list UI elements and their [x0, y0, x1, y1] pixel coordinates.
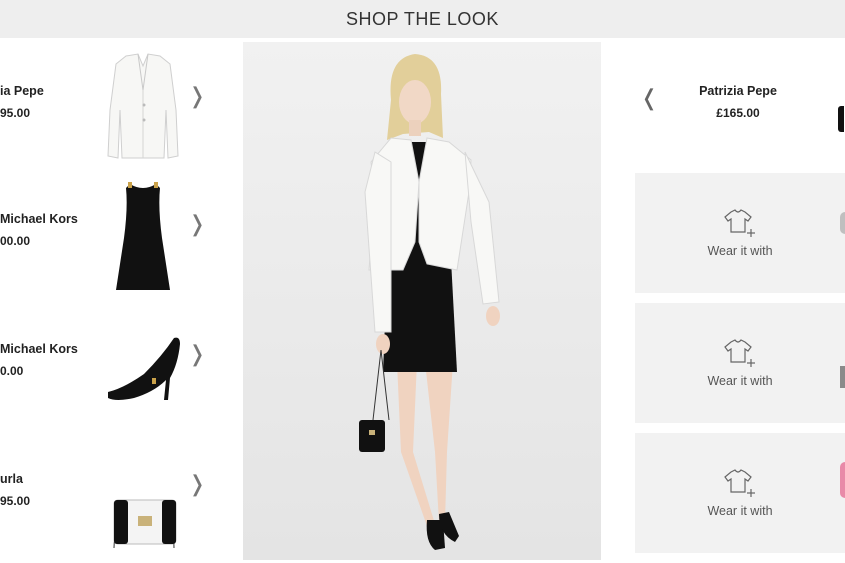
featured-brand: Patrizia Pepe [699, 84, 777, 98]
chevron-right-icon[interactable]: ❭ [188, 472, 206, 497]
wear-it-with-label: Wear it with [707, 244, 773, 258]
shop-the-look-header: SHOP THE LOOK [0, 0, 845, 38]
product-brand: Michael Kors [0, 342, 78, 356]
next-item-peek [840, 366, 845, 388]
wear-it-with-slot-3[interactable]: Wear it with [635, 433, 845, 553]
chevron-left-icon[interactable]: ❬ [640, 86, 658, 111]
product-price: 00.00 [0, 234, 31, 248]
page-title: SHOP THE LOOK [346, 8, 499, 29]
model-photo [243, 42, 601, 560]
wear-it-with-label: Wear it with [707, 374, 773, 388]
product-brand: Michael Kors [0, 212, 78, 226]
blazer-thumbnail[interactable] [104, 50, 182, 166]
product-item-bag[interactable]: urla 95.00 ❭ [0, 432, 240, 560]
wear-it-with-slot-1[interactable]: Wear it with [635, 173, 845, 293]
tshirt-plus-icon [724, 339, 755, 367]
top-thumbnail[interactable] [104, 178, 182, 294]
next-item-peek [838, 106, 844, 132]
chevron-right-icon[interactable]: ❭ [188, 342, 206, 367]
featured-product[interactable]: ❬ Patrizia Pepe £165.00 [630, 78, 845, 148]
product-price: 95.00 [0, 106, 31, 120]
product-item-heels[interactable]: Michael Kors 0.00 ❭ [0, 302, 240, 430]
chevron-right-icon[interactable]: ❭ [188, 212, 206, 237]
wear-it-with-label: Wear it with [707, 504, 773, 518]
featured-price: £165.00 [716, 106, 760, 120]
product-brand: ia Pepe [0, 84, 44, 98]
bag-thumbnail[interactable] [104, 438, 182, 554]
wear-it-with-slot-2[interactable]: Wear it with [635, 303, 845, 423]
next-item-peek [840, 462, 845, 498]
product-price: 95.00 [0, 494, 31, 508]
tshirt-plus-icon [724, 209, 755, 237]
next-item-peek [840, 212, 845, 234]
product-brand: urla [0, 472, 23, 486]
product-item-blazer[interactable]: ia Pepe 95.00 ❭ [0, 44, 240, 172]
product-item-top[interactable]: Michael Kors 00.00 ❭ [0, 172, 240, 300]
product-price: 0.00 [0, 364, 24, 378]
tshirt-plus-icon [724, 469, 755, 497]
heels-thumbnail[interactable] [104, 308, 182, 424]
chevron-right-icon[interactable]: ❭ [188, 84, 206, 109]
